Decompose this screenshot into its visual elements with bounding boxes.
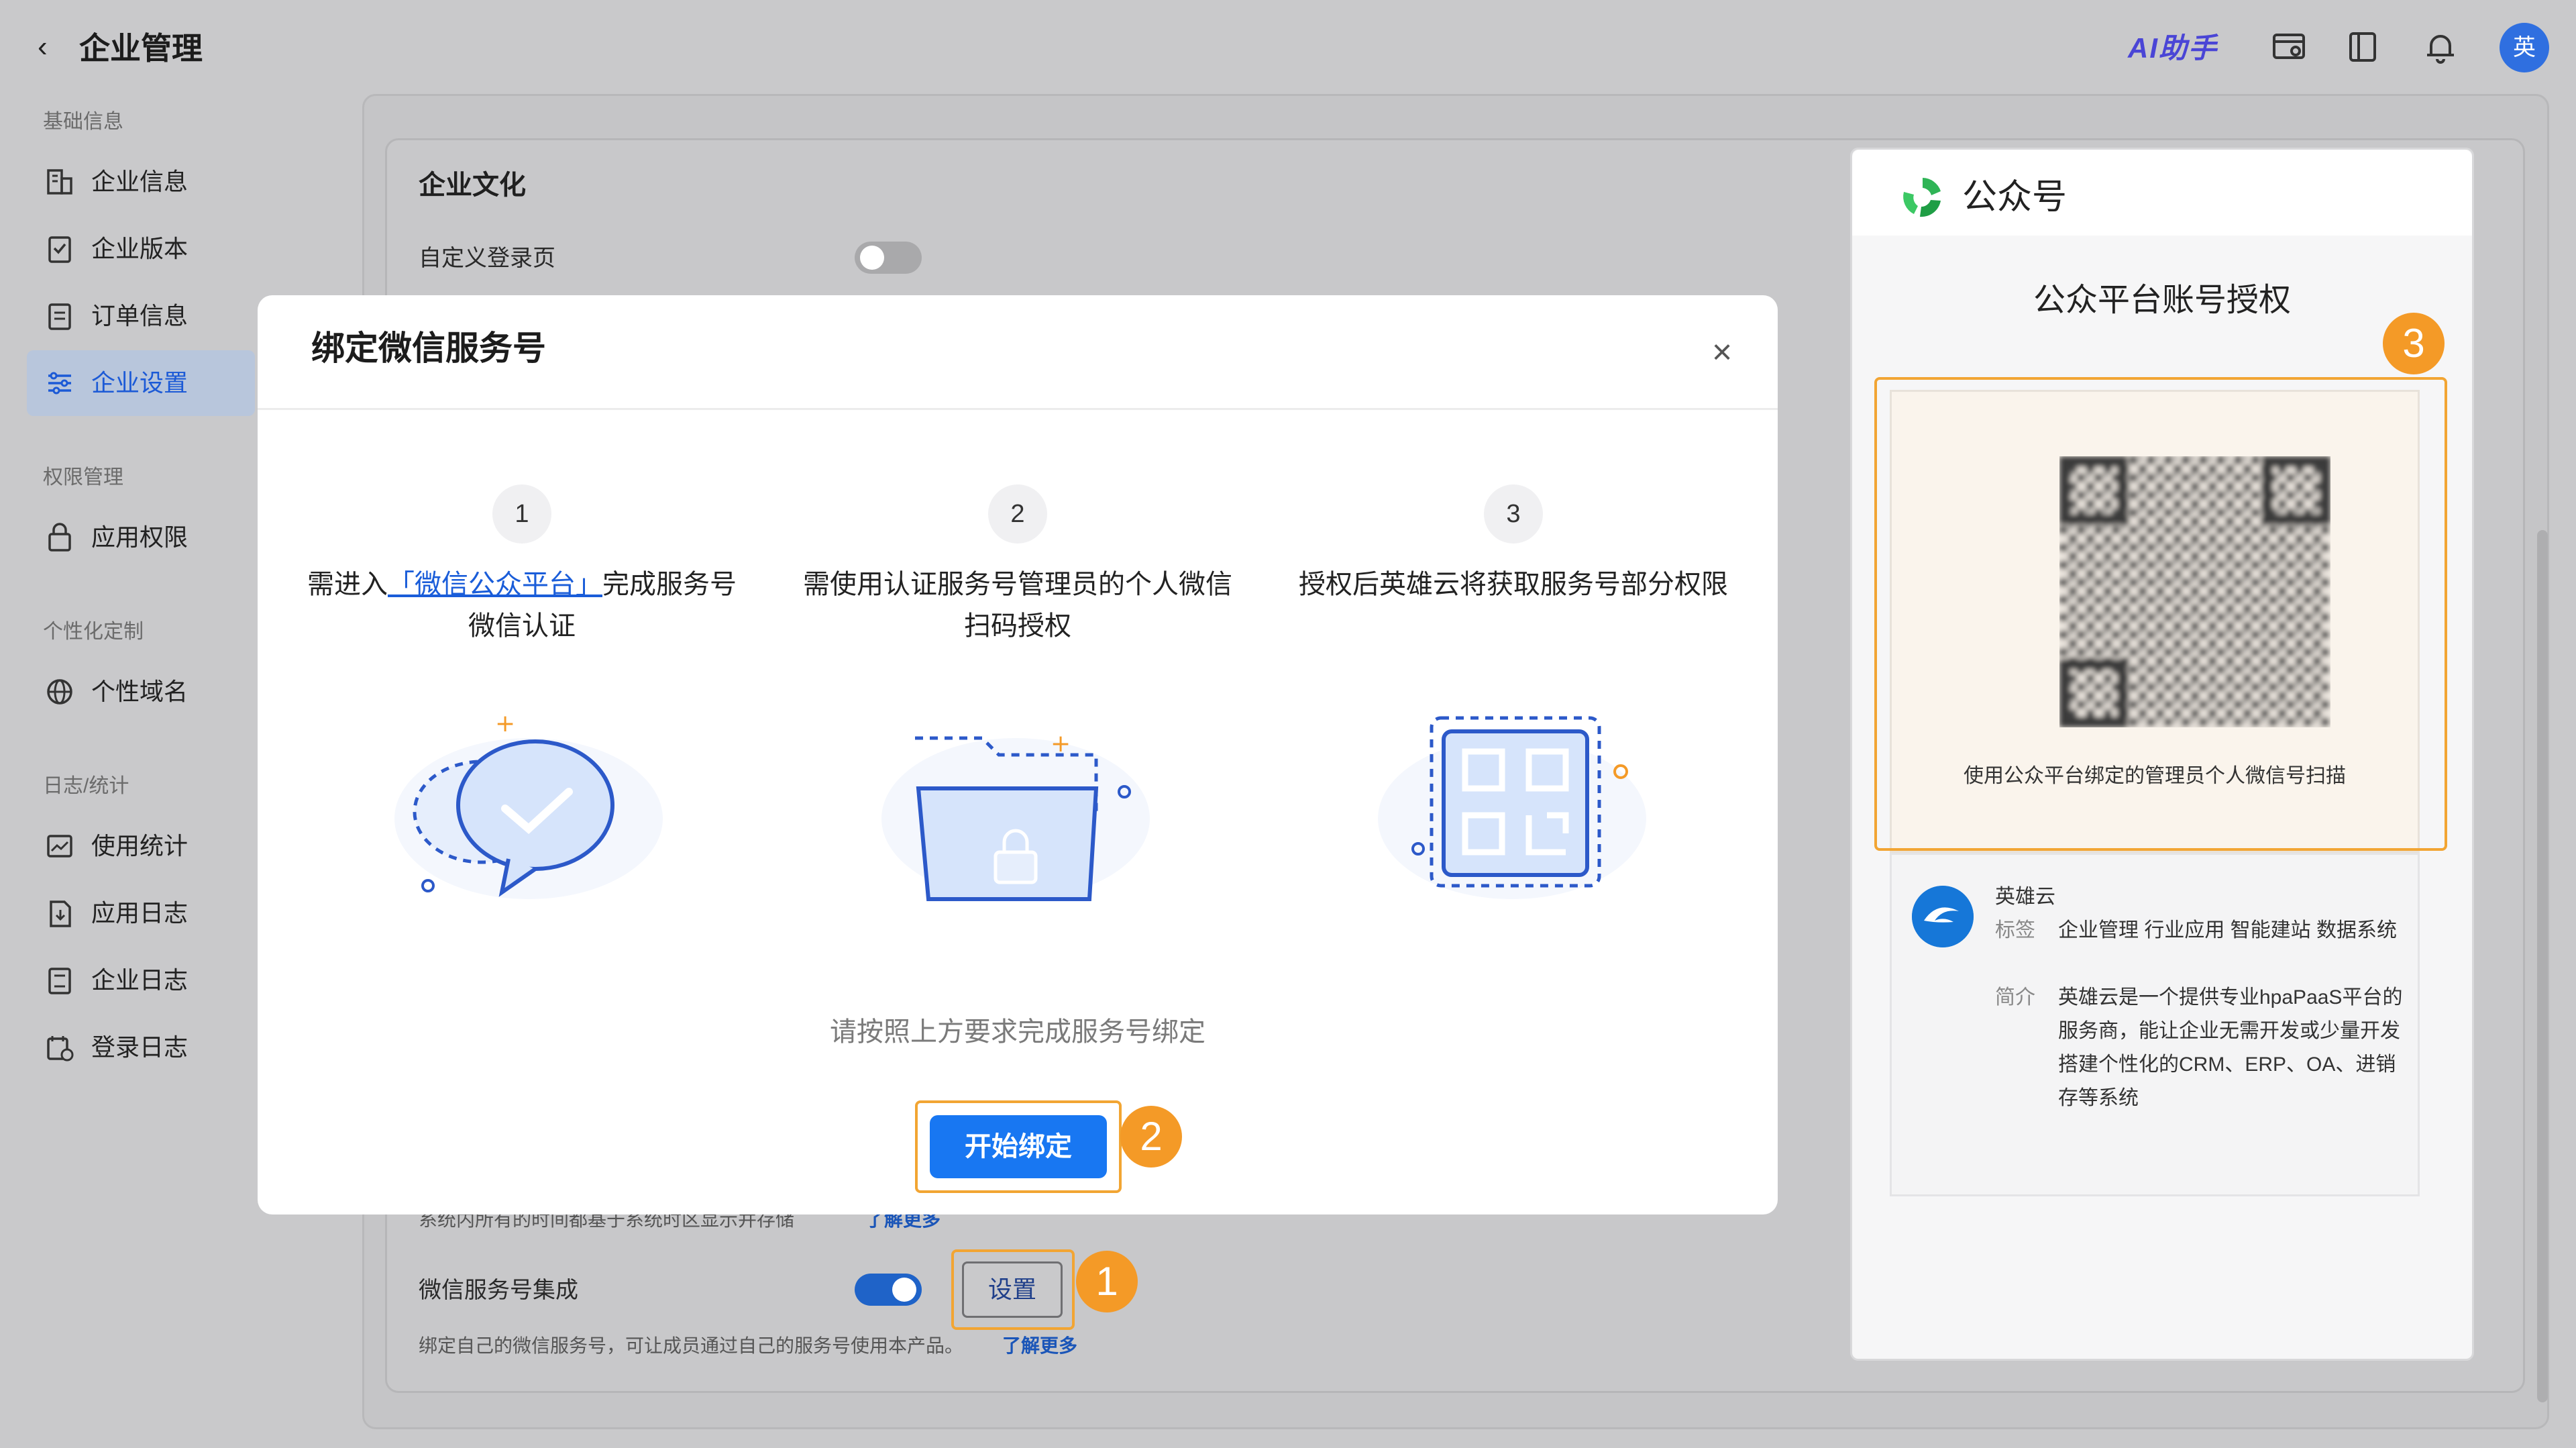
account-name: 英雄云 [1995, 886, 2055, 908]
yingxiongyun-logo-icon [1912, 886, 1974, 947]
sidebar-item-custom-domain[interactable]: 个性域名 [27, 659, 255, 725]
sidebar-item-label: 企业信息 [91, 168, 189, 195]
sidebar-item-label: 应用权限 [91, 523, 189, 551]
custom-login-label: 自定义登录页 [419, 246, 555, 271]
company-log-icon [48, 968, 71, 994]
sidebar-item-app-logs[interactable]: 应用日志 [27, 880, 255, 946]
step-number-2: 2 [988, 484, 1047, 544]
close-icon[interactable]: × [1705, 335, 1739, 370]
top-bar: ‹ 企业管理 AI助手 英 [0, 0, 2576, 94]
company-culture-title: 企业文化 [419, 170, 526, 200]
workbench-icon[interactable] [2270, 28, 2308, 66]
ai-assistant-button[interactable]: AI助手 [2128, 30, 2218, 67]
sidebar-section-title: 日志/统计 [43, 775, 129, 797]
sidebar-item-login-logs[interactable]: 登录日志 [27, 1015, 255, 1080]
step-2-text: 需使用认证服务号管理员的个人微信扫码授权 [803, 570, 1232, 641]
sidebar-item-company-version[interactable]: 企业版本 [27, 216, 255, 282]
wechat-brand-title: 公众号 [1962, 178, 2068, 217]
wechat-integration-toggle[interactable] [855, 1274, 922, 1306]
sidebar-item-label: 企业日志 [91, 966, 189, 994]
settings-button[interactable]: 设置 [962, 1261, 1063, 1318]
svg-text:+: + [1051, 730, 1071, 758]
sidebar-item-label: 个性域名 [91, 678, 189, 705]
tags-value: 企业管理 行业应用 智能建站 数据系统 [2058, 919, 2398, 941]
sidebar-section-title: 基础信息 [43, 111, 123, 133]
sidebar-item-label: 订单信息 [91, 302, 189, 329]
modal-title: 绑定微信服务号 [311, 329, 546, 367]
locked-folder-icon: + [881, 730, 1150, 901]
sidebar-item-company-settings[interactable]: 企业设置 [27, 350, 255, 416]
settings-sliders-icon [48, 372, 71, 395]
sidebar-section-title: 个性化定制 [43, 621, 144, 643]
app-log-icon [50, 900, 71, 927]
step-number-3: 3 [1484, 484, 1543, 544]
order-icon [48, 303, 71, 330]
modal-divider [258, 408, 1778, 410]
sidebar-item-order-info[interactable]: 订单信息 [27, 283, 255, 349]
wechat-platform-link[interactable]: 「微信公众平台」 [388, 570, 602, 599]
wechat-panel-header: 公众号 [1852, 150, 2472, 236]
wechat-integration-note: 绑定自己的微信服务号，可让成员通过自己的服务号使用本产品。 [419, 1335, 964, 1356]
step-1-text-pre: 需进入 [307, 570, 388, 599]
bind-wechat-modal: 绑定微信服务号 × 1 需进入「微信公众平台」完成服务号微信认证 + 2 需使用… [258, 295, 1778, 1214]
start-binding-button[interactable]: 开始绑定 [930, 1115, 1107, 1178]
callout-badge-1: 1 [1076, 1251, 1138, 1312]
page-scrollbar[interactable] [2537, 530, 2548, 1402]
sidebar-item-label: 登录日志 [91, 1033, 189, 1061]
lock-icon [48, 523, 71, 552]
user-avatar[interactable]: 英 [2500, 23, 2549, 72]
sidebar-item-app-permissions[interactable]: 应用权限 [27, 505, 255, 570]
custom-login-toggle[interactable] [855, 242, 922, 274]
step-3-text: 授权后英雄云将获取服务号部分权限 [1299, 570, 1728, 599]
sidebar-item-company-info[interactable]: 企业信息 [27, 149, 255, 215]
wechat-learn-more-link[interactable]: 了解更多 [1002, 1333, 1077, 1359]
sidebar-item-label: 企业设置 [91, 369, 189, 397]
globe-icon [47, 679, 72, 705]
building-icon [47, 169, 72, 195]
bell-icon[interactable] [2422, 28, 2459, 66]
page-title: 企业管理 [79, 31, 203, 66]
sidebar-section-title: 权限管理 [43, 466, 123, 488]
sidebar-item-usage-stats[interactable]: 使用统计 [27, 813, 255, 879]
sidebar-item-label: 使用统计 [91, 832, 189, 860]
wechat-official-account-logo-icon [1903, 178, 1941, 217]
book-icon[interactable] [2344, 28, 2381, 66]
platform-auth-title: 公众平台账号授权 [2033, 282, 2291, 318]
intro-key: 简介 [1995, 986, 2035, 1009]
svg-text:+: + [495, 710, 515, 737]
qr-code-icon [1378, 716, 1646, 899]
tags-key: 标签 [1995, 919, 2035, 941]
callout-badge-2: 2 [1120, 1106, 1182, 1168]
back-button[interactable]: ‹ [38, 27, 71, 67]
version-icon [48, 236, 71, 263]
callout-box-3 [1874, 377, 2447, 851]
callout-badge-3: 3 [2383, 313, 2445, 374]
account-info-card: 英雄云 标签 企业管理 行业应用 智能建站 数据系统 简介 英雄云是一个提供专业… [1890, 853, 2420, 1196]
chart-icon [47, 835, 72, 858]
wechat-integration-label: 微信服务号集成 [419, 1278, 578, 1303]
step-number-1: 1 [492, 484, 551, 544]
sidebar-item-company-logs[interactable]: 企业日志 [27, 947, 255, 1013]
sidebar-item-label: 应用日志 [91, 899, 189, 927]
bind-instruction-text: 请按照上方要求完成服务号绑定 [830, 1017, 1205, 1047]
step-1-text: 需进入「微信公众平台」完成服务号微信认证 [307, 564, 737, 647]
chat-bubble-check-icon: + [394, 710, 663, 899]
intro-value: 英雄云是一个提供专业hpaPaaS平台的服务商，能让企业无需开发或少量开发搭建个… [2058, 986, 2403, 1109]
login-log-icon [47, 1036, 74, 1062]
sidebar-item-label: 企业版本 [91, 235, 189, 262]
